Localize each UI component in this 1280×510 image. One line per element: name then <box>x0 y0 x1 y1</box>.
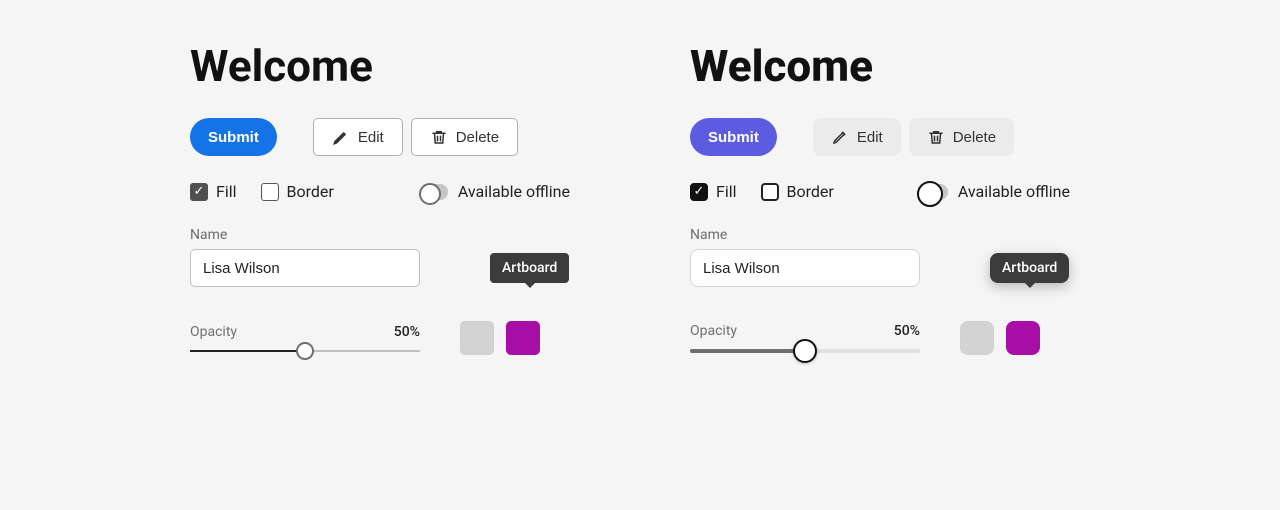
name-field-label: Name <box>690 227 920 243</box>
offline-toggle[interactable]: Available offline <box>420 182 570 201</box>
fill-checkbox[interactable]: ✓ Fill <box>690 182 737 201</box>
slider-handle[interactable] <box>296 342 314 360</box>
fill-label: Fill <box>716 182 737 201</box>
theme-panel-right: Welcome Submit Edit Delete ✓ Fill <box>690 40 1070 355</box>
tooltip-label: Artboard <box>490 253 569 283</box>
offline-label: Available offline <box>458 182 570 201</box>
border-label: Border <box>287 182 334 201</box>
opacity-label: Opacity <box>190 324 237 340</box>
name-field-label: Name <box>190 227 420 243</box>
pencil-icon <box>831 128 849 146</box>
opacity-label: Opacity <box>690 323 737 339</box>
fill-checkbox[interactable]: ✓ Fill <box>190 182 237 201</box>
submit-button[interactable]: Submit <box>690 118 777 156</box>
border-label: Border <box>787 182 834 201</box>
opacity-value: 50% <box>394 324 420 340</box>
delete-button[interactable]: Delete <box>909 118 1014 156</box>
edit-label: Edit <box>857 129 883 146</box>
offline-toggle[interactable]: Available offline <box>920 182 1070 201</box>
slider-handle[interactable] <box>793 339 817 363</box>
checkbox-icon <box>261 183 279 201</box>
checkbox-icon: ✓ <box>190 183 208 201</box>
theme-panel-left: Welcome Submit Edit Delete ✓ Fill <box>190 40 570 355</box>
edit-button[interactable]: Edit <box>313 118 403 156</box>
name-input[interactable] <box>190 249 420 287</box>
edit-label: Edit <box>358 129 384 146</box>
page-title: Welcome <box>190 40 570 92</box>
swatch-magenta[interactable] <box>1006 321 1040 355</box>
delete-label: Delete <box>953 129 996 146</box>
opacity-slider[interactable] <box>190 350 420 352</box>
pencil-icon <box>332 128 350 146</box>
name-input[interactable] <box>690 249 920 287</box>
border-checkbox[interactable]: Border <box>761 182 834 201</box>
opacity-value: 50% <box>894 323 920 339</box>
fill-label: Fill <box>216 182 237 201</box>
opacity-slider[interactable] <box>690 349 920 353</box>
trash-icon <box>927 128 945 146</box>
checkbox-icon <box>761 183 779 201</box>
toggle-icon <box>920 184 948 200</box>
offline-label: Available offline <box>958 182 1070 201</box>
submit-label: Submit <box>708 129 759 146</box>
delete-button[interactable]: Delete <box>411 118 518 156</box>
trash-icon <box>430 128 448 146</box>
tooltip: Artboard <box>990 253 1069 283</box>
delete-label: Delete <box>456 129 499 146</box>
page-title: Welcome <box>690 40 1070 92</box>
swatch-grey[interactable] <box>460 321 494 355</box>
edit-button[interactable]: Edit <box>813 118 901 156</box>
submit-button[interactable]: Submit <box>190 118 277 156</box>
tooltip: Artboard <box>490 253 569 283</box>
tooltip-label: Artboard <box>990 253 1069 283</box>
swatch-magenta[interactable] <box>506 321 540 355</box>
border-checkbox[interactable]: Border <box>261 182 334 201</box>
toggle-icon <box>420 184 448 200</box>
checkbox-icon: ✓ <box>690 183 708 201</box>
swatch-grey[interactable] <box>960 321 994 355</box>
submit-label: Submit <box>208 129 259 146</box>
